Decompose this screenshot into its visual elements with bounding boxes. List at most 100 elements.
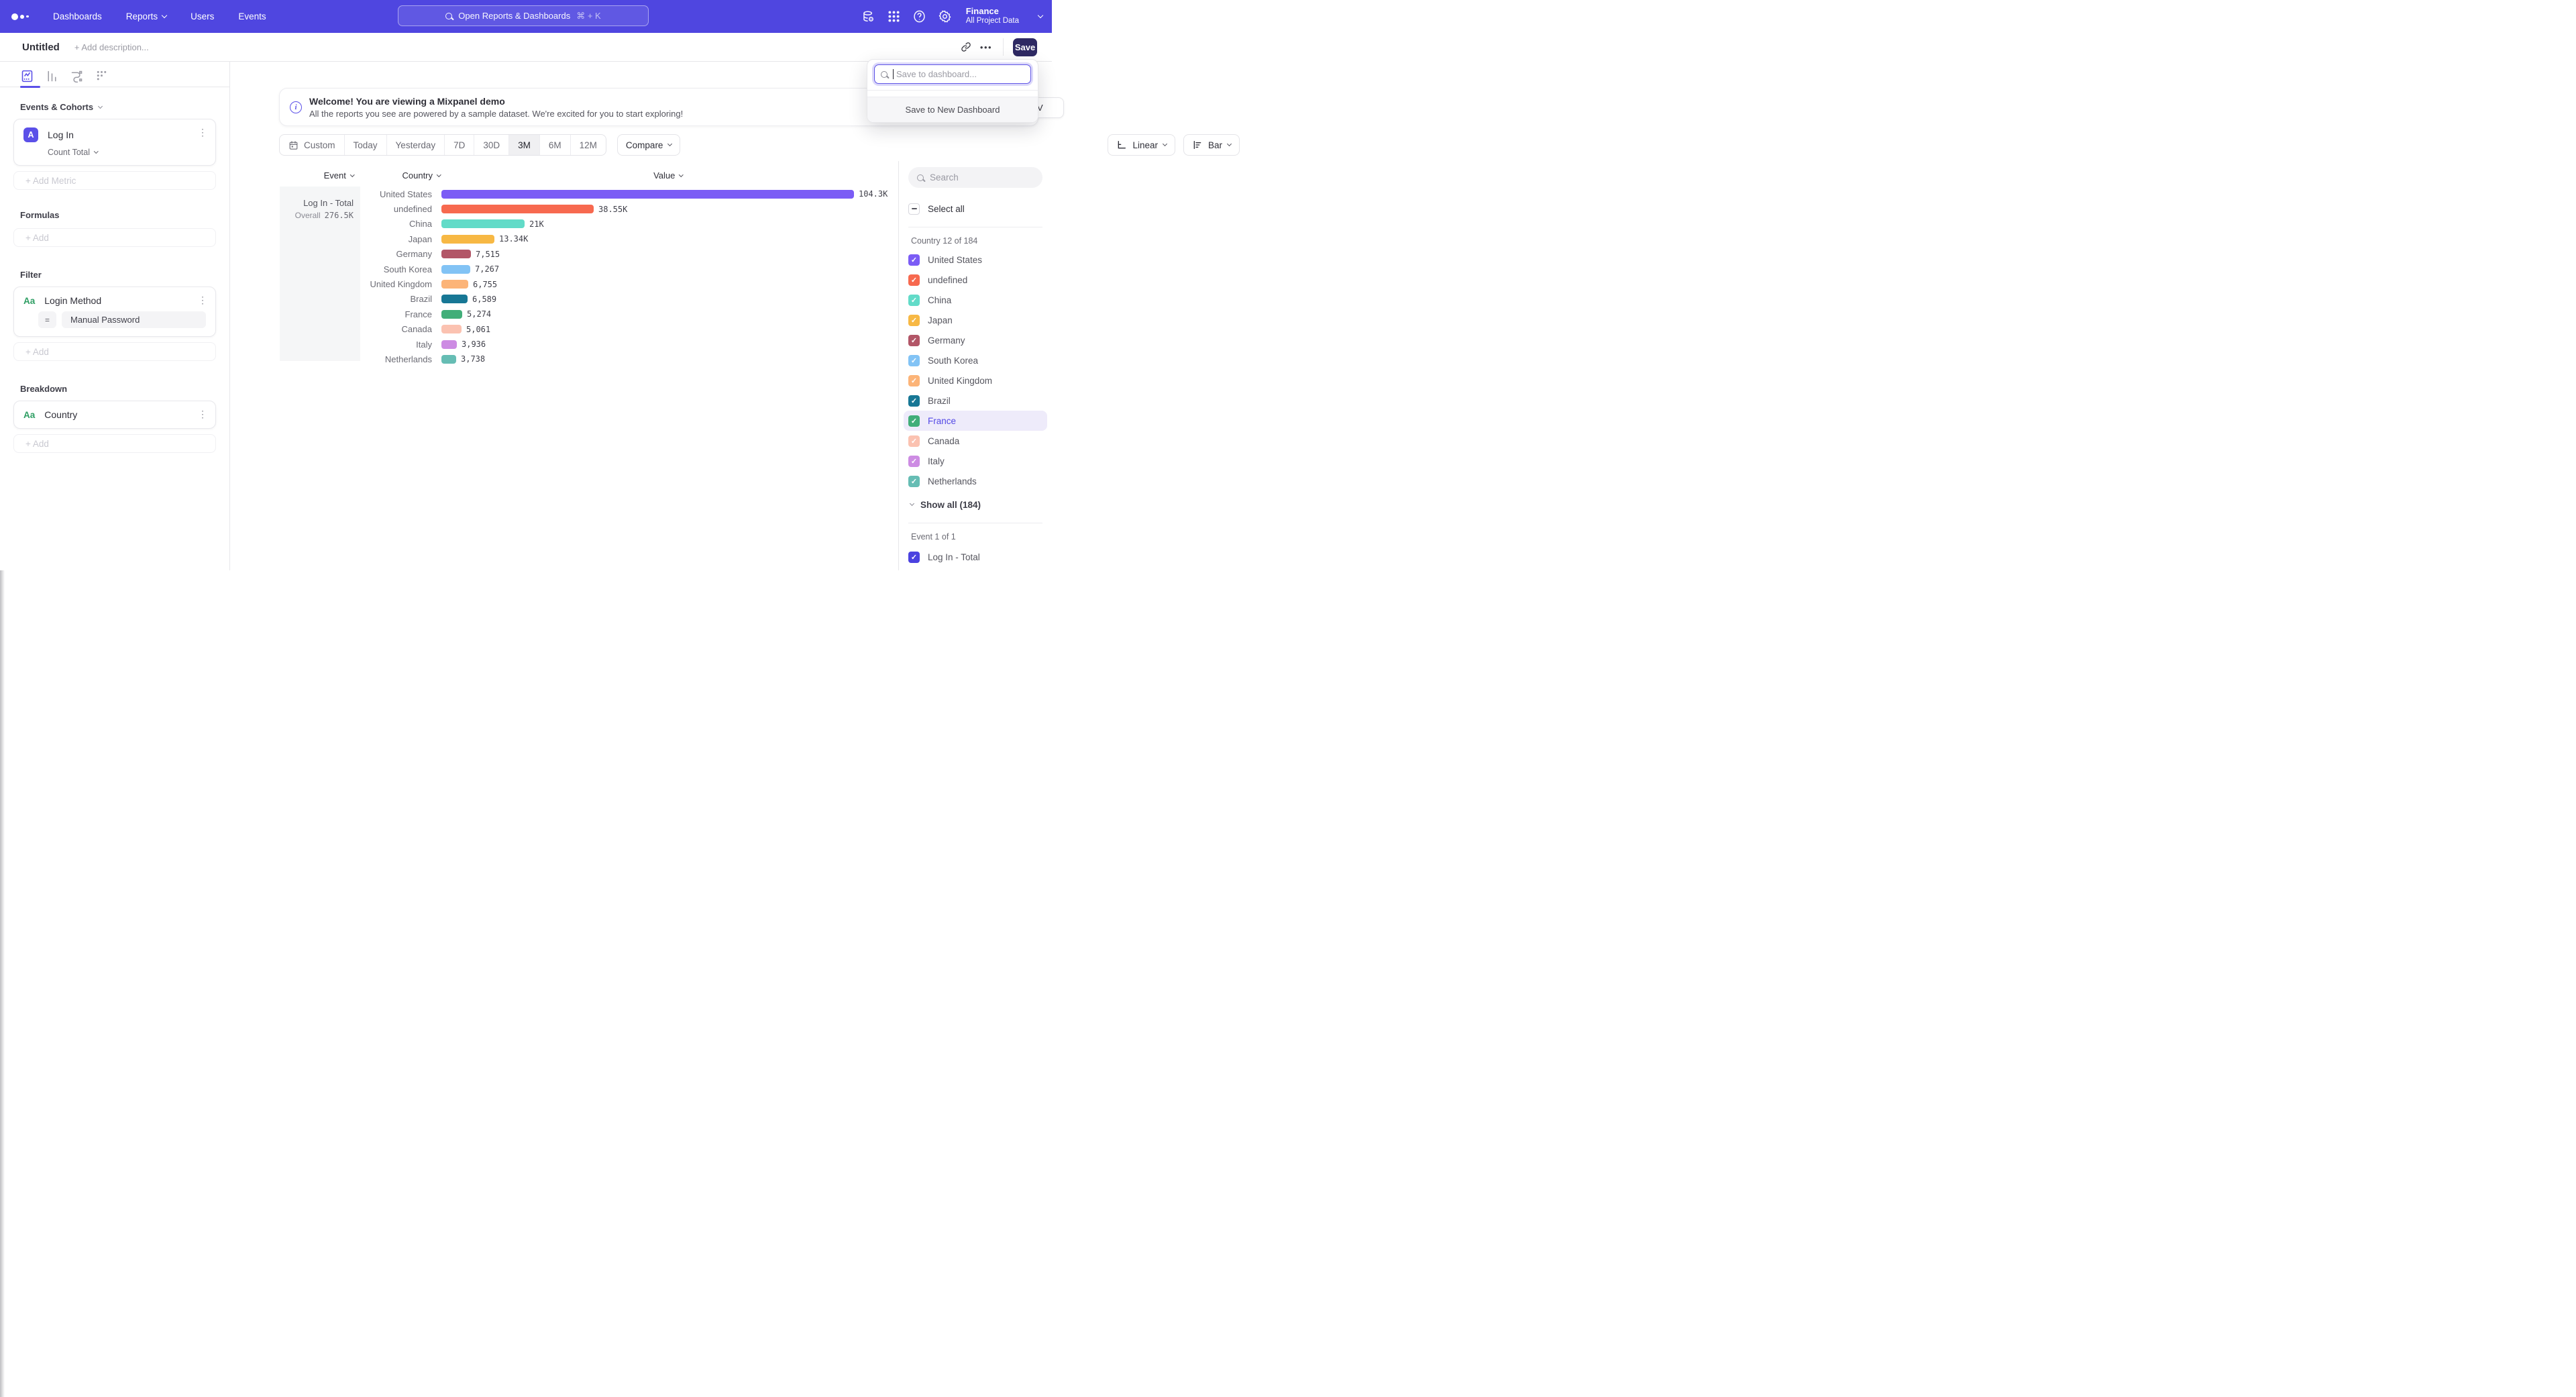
country-checkbox[interactable]: ✓ [908, 274, 920, 286]
bar[interactable] [441, 190, 854, 199]
legend-country-row[interactable]: ✓France [904, 411, 1047, 431]
country-checkbox[interactable]: ✓ [908, 254, 920, 266]
events-cohorts-header[interactable]: Events & Cohorts [20, 102, 229, 112]
legend-country-row[interactable]: ✓United Kingdom [904, 370, 1047, 391]
country-checkbox[interactable]: ✓ [908, 456, 920, 467]
bar[interactable] [441, 219, 525, 228]
metric-kebab-icon[interactable]: ⋮ [198, 127, 207, 137]
event-checkbox[interactable]: ✓ [908, 552, 920, 563]
bar[interactable] [441, 355, 456, 364]
tab-insights[interactable] [20, 69, 34, 83]
select-all-checkbox[interactable] [908, 203, 920, 215]
chart-type-button[interactable]: Bar [1183, 134, 1240, 156]
nav-item-reports[interactable]: Reports [117, 6, 176, 27]
legend-country-row[interactable]: ✓undefined [904, 270, 1047, 290]
global-search-button[interactable]: Open Reports & Dashboards ⌘ + K [398, 5, 649, 26]
bar[interactable] [441, 280, 468, 289]
tab-flows[interactable] [70, 69, 84, 83]
save-dashboard-search-input[interactable]: Save to dashboard... [874, 64, 1031, 84]
bar[interactable] [441, 205, 594, 213]
country-checkbox[interactable]: ✓ [908, 375, 920, 386]
breakdown-card[interactable]: Aa Country ⋮ [13, 401, 216, 429]
legend-country-row[interactable]: ✓Japan [904, 310, 1047, 330]
legend-country-row[interactable]: ✓Brazil [904, 391, 1047, 411]
help-icon[interactable] [912, 9, 926, 23]
country-checkbox[interactable]: ✓ [908, 355, 920, 366]
range-3m[interactable]: 3M [509, 135, 540, 155]
breakdown-kebab-icon[interactable]: ⋮ [198, 409, 207, 419]
filter-property-name[interactable]: Login Method [44, 295, 101, 306]
tab-retention[interactable] [95, 69, 109, 83]
add-metric-button[interactable]: + Add Metric [13, 171, 216, 190]
range-12m[interactable]: 12M [571, 135, 606, 155]
value-label: 6,755 [473, 280, 497, 289]
save-dashboard-placeholder: Save to dashboard... [896, 69, 977, 79]
project-selector[interactable]: Finance All Project Data [966, 7, 1019, 25]
save-button[interactable]: Save [1013, 38, 1037, 56]
settings-gear-icon[interactable] [938, 9, 952, 23]
range-7d[interactable]: 7D [445, 135, 474, 155]
nav-item-dashboards[interactable]: Dashboards [44, 6, 111, 27]
bar[interactable] [441, 250, 471, 258]
country-checkbox[interactable]: ✓ [908, 315, 920, 326]
legend-country-row[interactable]: ✓Germany [904, 330, 1047, 350]
select-all-row[interactable]: Select all [904, 199, 1047, 219]
legend-country-row[interactable]: ✓United States [904, 250, 1047, 270]
range-6m[interactable]: 6M [540, 135, 571, 155]
metric-card[interactable]: A Log In ⋮ Count Total [13, 119, 216, 166]
scale-button[interactable]: Linear [1108, 134, 1175, 156]
project-scope: All Project Data [966, 17, 1019, 25]
metric-aggregation[interactable]: Count Total [48, 148, 215, 157]
copy-link-icon[interactable] [956, 38, 976, 56]
metric-event-name[interactable]: Log In [48, 130, 74, 140]
report-title[interactable]: Untitled [22, 42, 60, 53]
column-header-country[interactable]: Country [368, 170, 475, 180]
breakdown-property-name[interactable]: Country [44, 409, 77, 420]
add-breakdown-button[interactable]: + Add [13, 434, 216, 453]
add-formula-button[interactable]: + Add [13, 228, 216, 247]
legend-search-input[interactable]: Search [908, 167, 1042, 188]
legend-country-row[interactable]: ✓South Korea [904, 350, 1047, 370]
apps-grid-icon[interactable] [887, 9, 901, 23]
legend-country-row[interactable]: ✓Netherlands [904, 471, 1047, 491]
nav-item-users[interactable]: Users [181, 6, 223, 27]
more-menu-button[interactable]: ••• [976, 38, 996, 56]
country-checkbox[interactable]: ✓ [908, 335, 920, 346]
save-to-new-dashboard-button[interactable]: Save to New Dashboard [867, 97, 1038, 122]
bar[interactable] [441, 265, 470, 274]
add-description[interactable]: + Add description... [74, 42, 149, 52]
bar[interactable] [441, 295, 468, 303]
bar[interactable] [441, 310, 462, 319]
compare-button[interactable]: Compare [617, 134, 681, 156]
filter-value[interactable]: Manual Password [62, 311, 206, 328]
category-label: France [230, 309, 441, 319]
nav-item-events[interactable]: Events [229, 6, 275, 27]
legend-country-row[interactable]: ✓Italy [904, 451, 1047, 471]
filter-card[interactable]: Aa Login Method ⋮ = Manual Password [13, 287, 216, 337]
range-custom[interactable]: Custom [280, 135, 345, 155]
filter-operator[interactable]: = [38, 311, 56, 328]
country-checkbox[interactable]: ✓ [908, 295, 920, 306]
add-filter-button[interactable]: + Add [13, 342, 216, 361]
legend-event-row[interactable]: ✓ Log In - Total [904, 547, 1047, 567]
bar[interactable] [441, 235, 494, 244]
filter-kebab-icon[interactable]: ⋮ [198, 295, 207, 305]
range-today[interactable]: Today [345, 135, 387, 155]
range-30d[interactable]: 30D [474, 135, 509, 155]
data-management-icon[interactable] [861, 9, 875, 23]
bar[interactable] [441, 325, 462, 333]
country-checkbox[interactable]: ✓ [908, 415, 920, 427]
show-all-button[interactable]: Show all (184) [904, 495, 1047, 515]
column-header-value[interactable]: Value [631, 170, 705, 180]
bar[interactable] [441, 340, 457, 349]
country-checkbox[interactable]: ✓ [908, 435, 920, 447]
country-checkbox[interactable]: ✓ [908, 395, 920, 407]
legend-country-row[interactable]: ✓Canada [904, 431, 1047, 451]
mixpanel-logo-icon[interactable] [11, 13, 29, 20]
range-yesterday[interactable]: Yesterday [387, 135, 445, 155]
legend-country-row[interactable]: ✓China [904, 290, 1047, 310]
tab-funnels[interactable] [45, 69, 59, 83]
country-checkbox[interactable]: ✓ [908, 476, 920, 487]
project-chevron-down-icon[interactable] [1038, 13, 1043, 18]
axis-icon [1116, 140, 1127, 150]
